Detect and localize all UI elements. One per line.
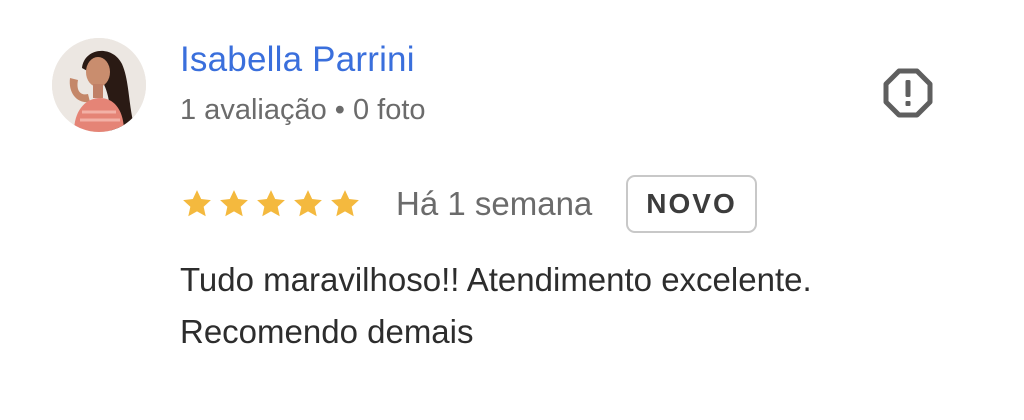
rating-row: Há 1 semana NOVO: [180, 175, 757, 233]
star-icon: [220, 190, 248, 217]
star-icon: [294, 190, 322, 217]
new-badge: NOVO: [626, 175, 757, 233]
report-button[interactable]: [882, 67, 934, 119]
review-card: Isabella Parrini 1 avaliação • 0 foto Há…: [0, 0, 1024, 420]
review-date: Há 1 semana: [396, 185, 593, 222]
star-icon: [257, 190, 285, 217]
star-icon: [183, 190, 211, 217]
star-rating: [180, 187, 362, 221]
author-name[interactable]: Isabella Parrini: [180, 40, 415, 80]
avatar-image: [52, 38, 146, 132]
star-icon: [331, 190, 359, 217]
review-text: Tudo maravilhoso!! Atendimento excelente…: [180, 261, 812, 350]
author-meta: 1 avaliação • 0 foto: [180, 94, 426, 126]
report-octagon-icon: [883, 68, 933, 118]
avatar[interactable]: [52, 38, 146, 132]
